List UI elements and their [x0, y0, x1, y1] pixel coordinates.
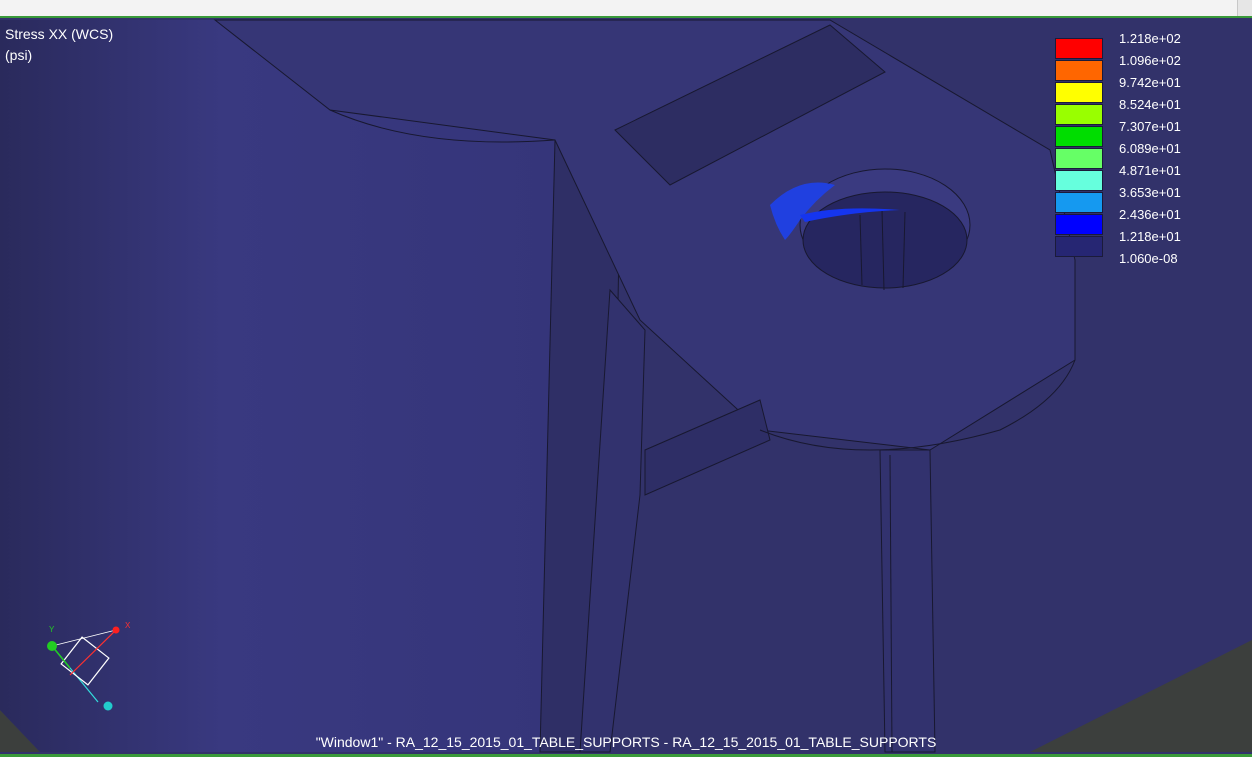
- resize-grip[interactable]: [1237, 0, 1252, 16]
- legend-swatch: [1055, 82, 1103, 103]
- legend-swatch: [1055, 236, 1103, 257]
- legend-swatch: [1055, 170, 1103, 191]
- model-viewport[interactable]: Stress XX (WCS) (psi) 1.218e+02 1.096e+02…: [0, 18, 1252, 754]
- legend-swatch: [1055, 192, 1103, 213]
- legend-value-label: 3.653e+01: [1119, 185, 1181, 200]
- axis-triad: Y X: [40, 620, 150, 720]
- x-axis-label: X: [125, 621, 131, 630]
- legend-value-label: 9.742e+01: [1119, 75, 1181, 90]
- result-quantity-label: Stress XX (WCS): [5, 26, 114, 42]
- y-axis-label: Y: [49, 625, 55, 634]
- legend-value-label: 4.871e+01: [1119, 163, 1181, 178]
- window-top-bar: [0, 0, 1252, 18]
- legend-color-bar: [1055, 38, 1103, 258]
- legend-swatch: [1055, 214, 1103, 235]
- z-axis-marker: [103, 701, 113, 711]
- legend-value-labels: 1.218e+02 1.096e+02 9.742e+01 8.524e+01 7.30…: [1119, 28, 1181, 270]
- result-title: Stress XX (WCS) (psi): [5, 24, 113, 66]
- legend-value-label: 1.060e-08: [1119, 251, 1178, 266]
- y-axis-marker: [47, 641, 57, 651]
- legend-swatch: [1055, 126, 1103, 147]
- legend-value-label: 8.524e+01: [1119, 97, 1181, 112]
- legend-value-label: 6.089e+01: [1119, 141, 1181, 156]
- color-legend: 1.218e+02 1.096e+02 9.742e+01 8.524e+01 7.30…: [1055, 31, 1245, 266]
- legend-value-label: 1.218e+01: [1119, 229, 1181, 244]
- legend-swatch: [1055, 60, 1103, 81]
- legend-swatch: [1055, 38, 1103, 59]
- result-units-label: (psi): [5, 47, 33, 63]
- legend-swatch: [1055, 104, 1103, 125]
- legend-value-label: 1.218e+02: [1119, 31, 1181, 46]
- legend-value-label: 2.436e+01: [1119, 207, 1181, 222]
- legend-value-label: 7.307e+01: [1119, 119, 1181, 134]
- legend-swatch: [1055, 148, 1103, 169]
- window-caption: "Window1" - RA_12_15_2015_01_TABLE_SUPPO…: [315, 734, 937, 750]
- legend-value-label: 1.096e+02: [1119, 53, 1181, 68]
- x-axis-marker: [112, 626, 120, 634]
